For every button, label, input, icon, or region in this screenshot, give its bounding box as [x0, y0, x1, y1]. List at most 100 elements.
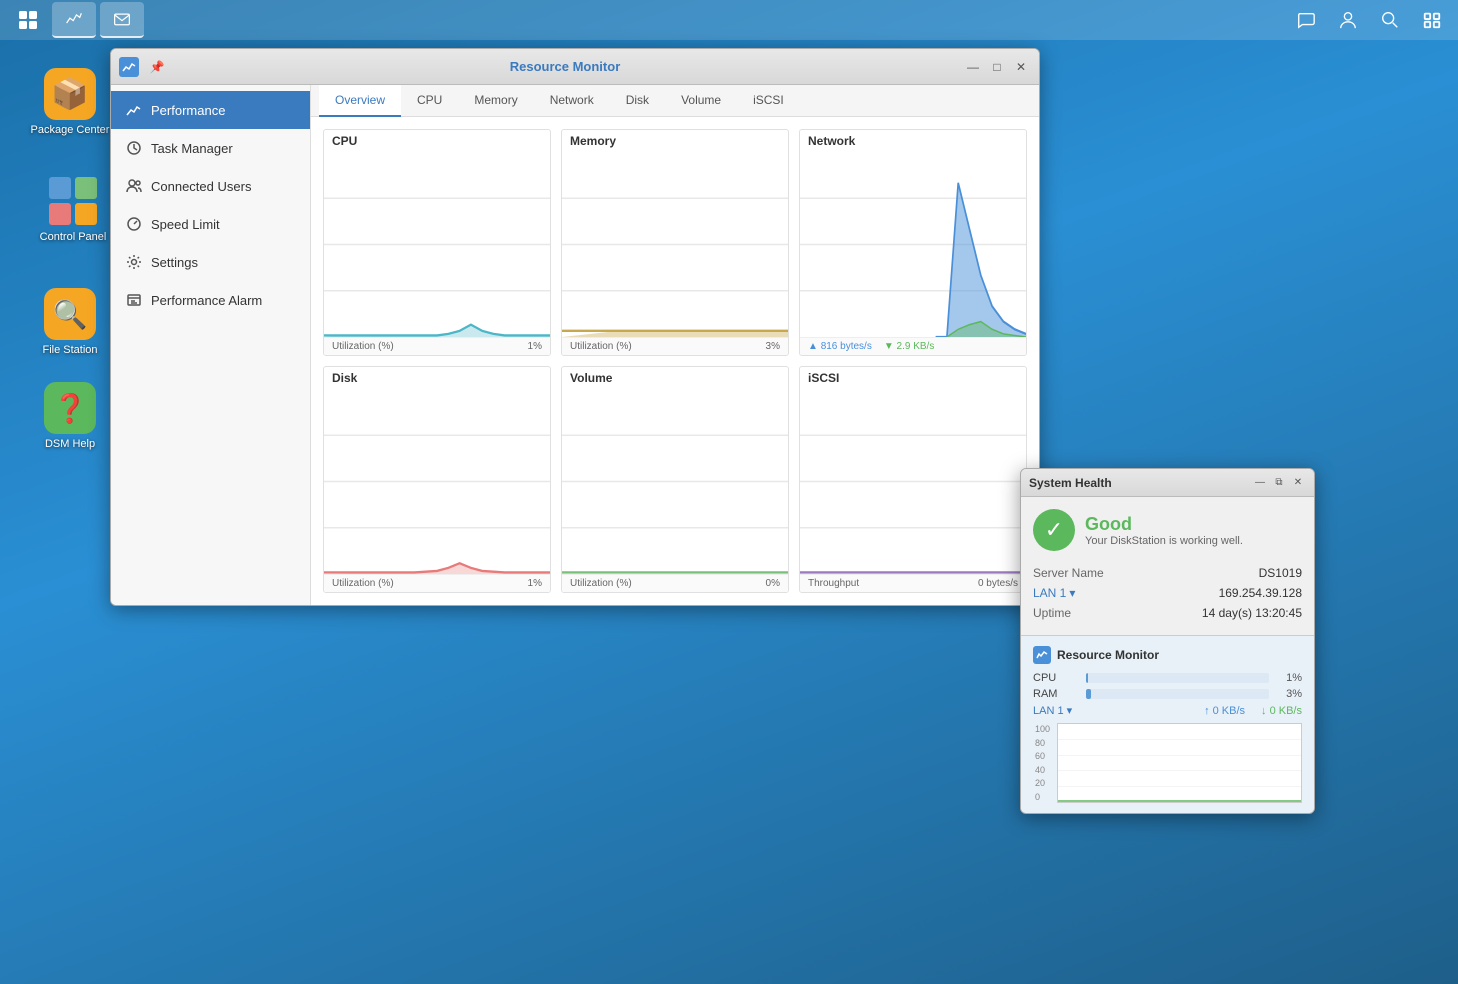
- rm-widget-chart-area: [1057, 723, 1302, 803]
- speed-limit-icon: [125, 215, 143, 233]
- sidebar-performance-label: Performance: [151, 103, 225, 118]
- sh-lan-btn[interactable]: LAN 1 ▾: [1033, 586, 1075, 600]
- chart-memory-footer-right: 3%: [766, 341, 780, 352]
- package-center-icon[interactable]: 📦 Package Center: [30, 68, 110, 137]
- sh-status-good: Good: [1085, 514, 1243, 535]
- rm-widget-lan-up: ↑ 0 KB/s: [1204, 705, 1245, 717]
- chart-volume-footer-left: Utilization (%): [570, 578, 632, 589]
- chart-iscsi-footer-left: Throughput: [808, 578, 859, 589]
- sh-titlebar: System Health — ⧉ ✕: [1021, 469, 1314, 497]
- tab-disk[interactable]: Disk: [610, 85, 665, 117]
- rm-widget-lan-down: ↓ 0 KB/s: [1261, 705, 1302, 717]
- tab-memory[interactable]: Memory: [458, 85, 533, 117]
- sidebar-item-task-manager[interactable]: Task Manager: [111, 129, 310, 167]
- user-icon[interactable]: [1330, 2, 1366, 38]
- search-icon[interactable]: [1372, 2, 1408, 38]
- sidebar-item-performance[interactable]: Performance: [111, 91, 310, 129]
- rm-widget-cpu-bar: [1086, 673, 1269, 683]
- chart-cpu-footer: Utilization (%) 1%: [324, 337, 550, 355]
- sh-server-name-row: Server Name DS1019: [1033, 563, 1302, 583]
- rm-widget-ram-pct: 3%: [1277, 688, 1302, 700]
- rm-widget-lan-label: LAN 1: [1033, 705, 1064, 717]
- chart-volume-area: [562, 389, 788, 574]
- rm-widget-lan-chevron: ▾: [1067, 704, 1073, 717]
- chart-disk-footer: Utilization (%) 1%: [324, 574, 550, 592]
- tab-cpu[interactable]: CPU: [401, 85, 458, 117]
- rm-widget-ram-bar: [1086, 689, 1269, 699]
- sidebar-performance-alarm-label: Performance Alarm: [151, 293, 262, 308]
- rm-widget-lan-btn[interactable]: LAN 1 ▾: [1033, 704, 1072, 717]
- menu-icon[interactable]: [1414, 2, 1450, 38]
- chart-disk: Disk Utilization (%) 1%: [323, 366, 551, 593]
- sidebar-settings-label: Settings: [151, 255, 198, 270]
- sh-win-btns: — ⧉ ✕: [1252, 475, 1306, 491]
- tab-volume[interactable]: Volume: [665, 85, 737, 117]
- chart-disk-area: [324, 389, 550, 574]
- sidebar-item-performance-alarm[interactable]: Performance Alarm: [111, 281, 310, 319]
- rm-widget-title: Resource Monitor: [1057, 648, 1159, 662]
- chart-network-title: Network: [800, 130, 1026, 152]
- file-station-icon[interactable]: 🔍 File Station: [30, 288, 110, 357]
- mail-taskbar-btn[interactable]: [100, 2, 144, 38]
- chart-iscsi-title: iSCSI: [800, 367, 1026, 389]
- rm-widget-ram-label: RAM: [1033, 688, 1078, 700]
- chart-iscsi-footer: Throughput 0 bytes/s: [800, 574, 1026, 592]
- sh-lan-row: LAN 1 ▾ 169.254.39.128: [1033, 583, 1302, 603]
- chat-icon[interactable]: [1288, 2, 1324, 38]
- task-manager-icon: [125, 139, 143, 157]
- file-station-img: 🔍: [44, 288, 96, 340]
- connected-users-icon: [125, 177, 143, 195]
- tab-overview[interactable]: Overview: [319, 85, 401, 117]
- taskbar-left: [8, 2, 144, 38]
- sh-server-name-value: DS1019: [1259, 566, 1302, 580]
- sh-status-icon: ✓: [1033, 509, 1075, 551]
- sidebar-item-settings[interactable]: Settings: [111, 243, 310, 281]
- chart-iscsi-area: [800, 389, 1026, 574]
- dsm-help-icon[interactable]: ❓ DSM Help: [30, 382, 110, 451]
- rm-widget-ram-fill: [1086, 689, 1091, 699]
- sh-lan-ip: 169.254.39.128: [1219, 586, 1302, 600]
- rm-titlebar: 📌 Resource Monitor — □ ✕: [111, 49, 1039, 85]
- control-panel-img: [47, 175, 99, 227]
- sidebar-item-connected-users[interactable]: Connected Users: [111, 167, 310, 205]
- sidebar-connected-users-label: Connected Users: [151, 179, 251, 194]
- sh-lan-chevron: ▾: [1069, 586, 1075, 600]
- chart-volume-footer-right: 0%: [766, 578, 780, 589]
- performance-icon: [125, 101, 143, 119]
- dsm-help-label: DSM Help: [45, 438, 95, 451]
- sidebar-task-manager-label: Task Manager: [151, 141, 233, 156]
- sh-uptime-value: 14 day(s) 13:20:45: [1202, 606, 1302, 620]
- chart-cpu: CPU Utilization (%) 1%: [323, 129, 551, 356]
- rm-widget-header: Resource Monitor: [1033, 646, 1302, 664]
- rm-charts-grid: CPU Utilization (%) 1%: [311, 117, 1039, 605]
- rm-win-btns-right: — □ ✕: [963, 57, 1031, 77]
- sh-close-btn[interactable]: ✕: [1290, 475, 1306, 491]
- rm-widget-lan-row: LAN 1 ▾ ↑ 0 KB/s ↓ 0 KB/s: [1033, 704, 1302, 717]
- monitor-taskbar-btn[interactable]: [52, 2, 96, 38]
- sidebar-item-speed-limit[interactable]: Speed Limit: [111, 205, 310, 243]
- tab-network[interactable]: Network: [534, 85, 610, 117]
- tab-iscsi[interactable]: iSCSI: [737, 85, 800, 117]
- taskbar-right: [1288, 2, 1450, 38]
- sh-detach-btn[interactable]: ⧉: [1271, 475, 1287, 491]
- rm-chart-y-labels: 100 80 60 40 20 0: [1033, 723, 1052, 803]
- rm-maximize-btn[interactable]: □: [987, 57, 1007, 77]
- settings-icon: [125, 253, 143, 271]
- control-panel-icon[interactable]: Control Panel: [33, 175, 113, 244]
- sh-minimize-btn[interactable]: —: [1252, 475, 1268, 491]
- sh-lan-label: LAN 1: [1033, 586, 1066, 600]
- resource-monitor-window: 📌 Resource Monitor — □ ✕ Performance: [110, 48, 1040, 606]
- rm-widget-cpu-pct: 1%: [1277, 672, 1302, 684]
- chart-memory-footer: Utilization (%) 3%: [562, 337, 788, 355]
- chart-network-footer: 816 bytes/s 2.9 KB/s: [800, 337, 1026, 355]
- chart-memory-area: [562, 152, 788, 337]
- sh-uptime-row: Uptime 14 day(s) 13:20:45: [1033, 603, 1302, 623]
- chart-iscsi: iSCSI Throughput 0 bytes/s: [799, 366, 1027, 593]
- rm-main-content: Overview CPU Memory Network Disk Volume …: [311, 85, 1039, 605]
- apps-button[interactable]: [8, 2, 48, 38]
- rm-close-btn[interactable]: ✕: [1011, 57, 1031, 77]
- chart-network-up: 816 bytes/s: [808, 341, 872, 352]
- sidebar-speed-limit-label: Speed Limit: [151, 217, 220, 232]
- rm-pin-btn[interactable]: 📌: [147, 57, 167, 77]
- rm-minimize-btn[interactable]: —: [963, 57, 983, 77]
